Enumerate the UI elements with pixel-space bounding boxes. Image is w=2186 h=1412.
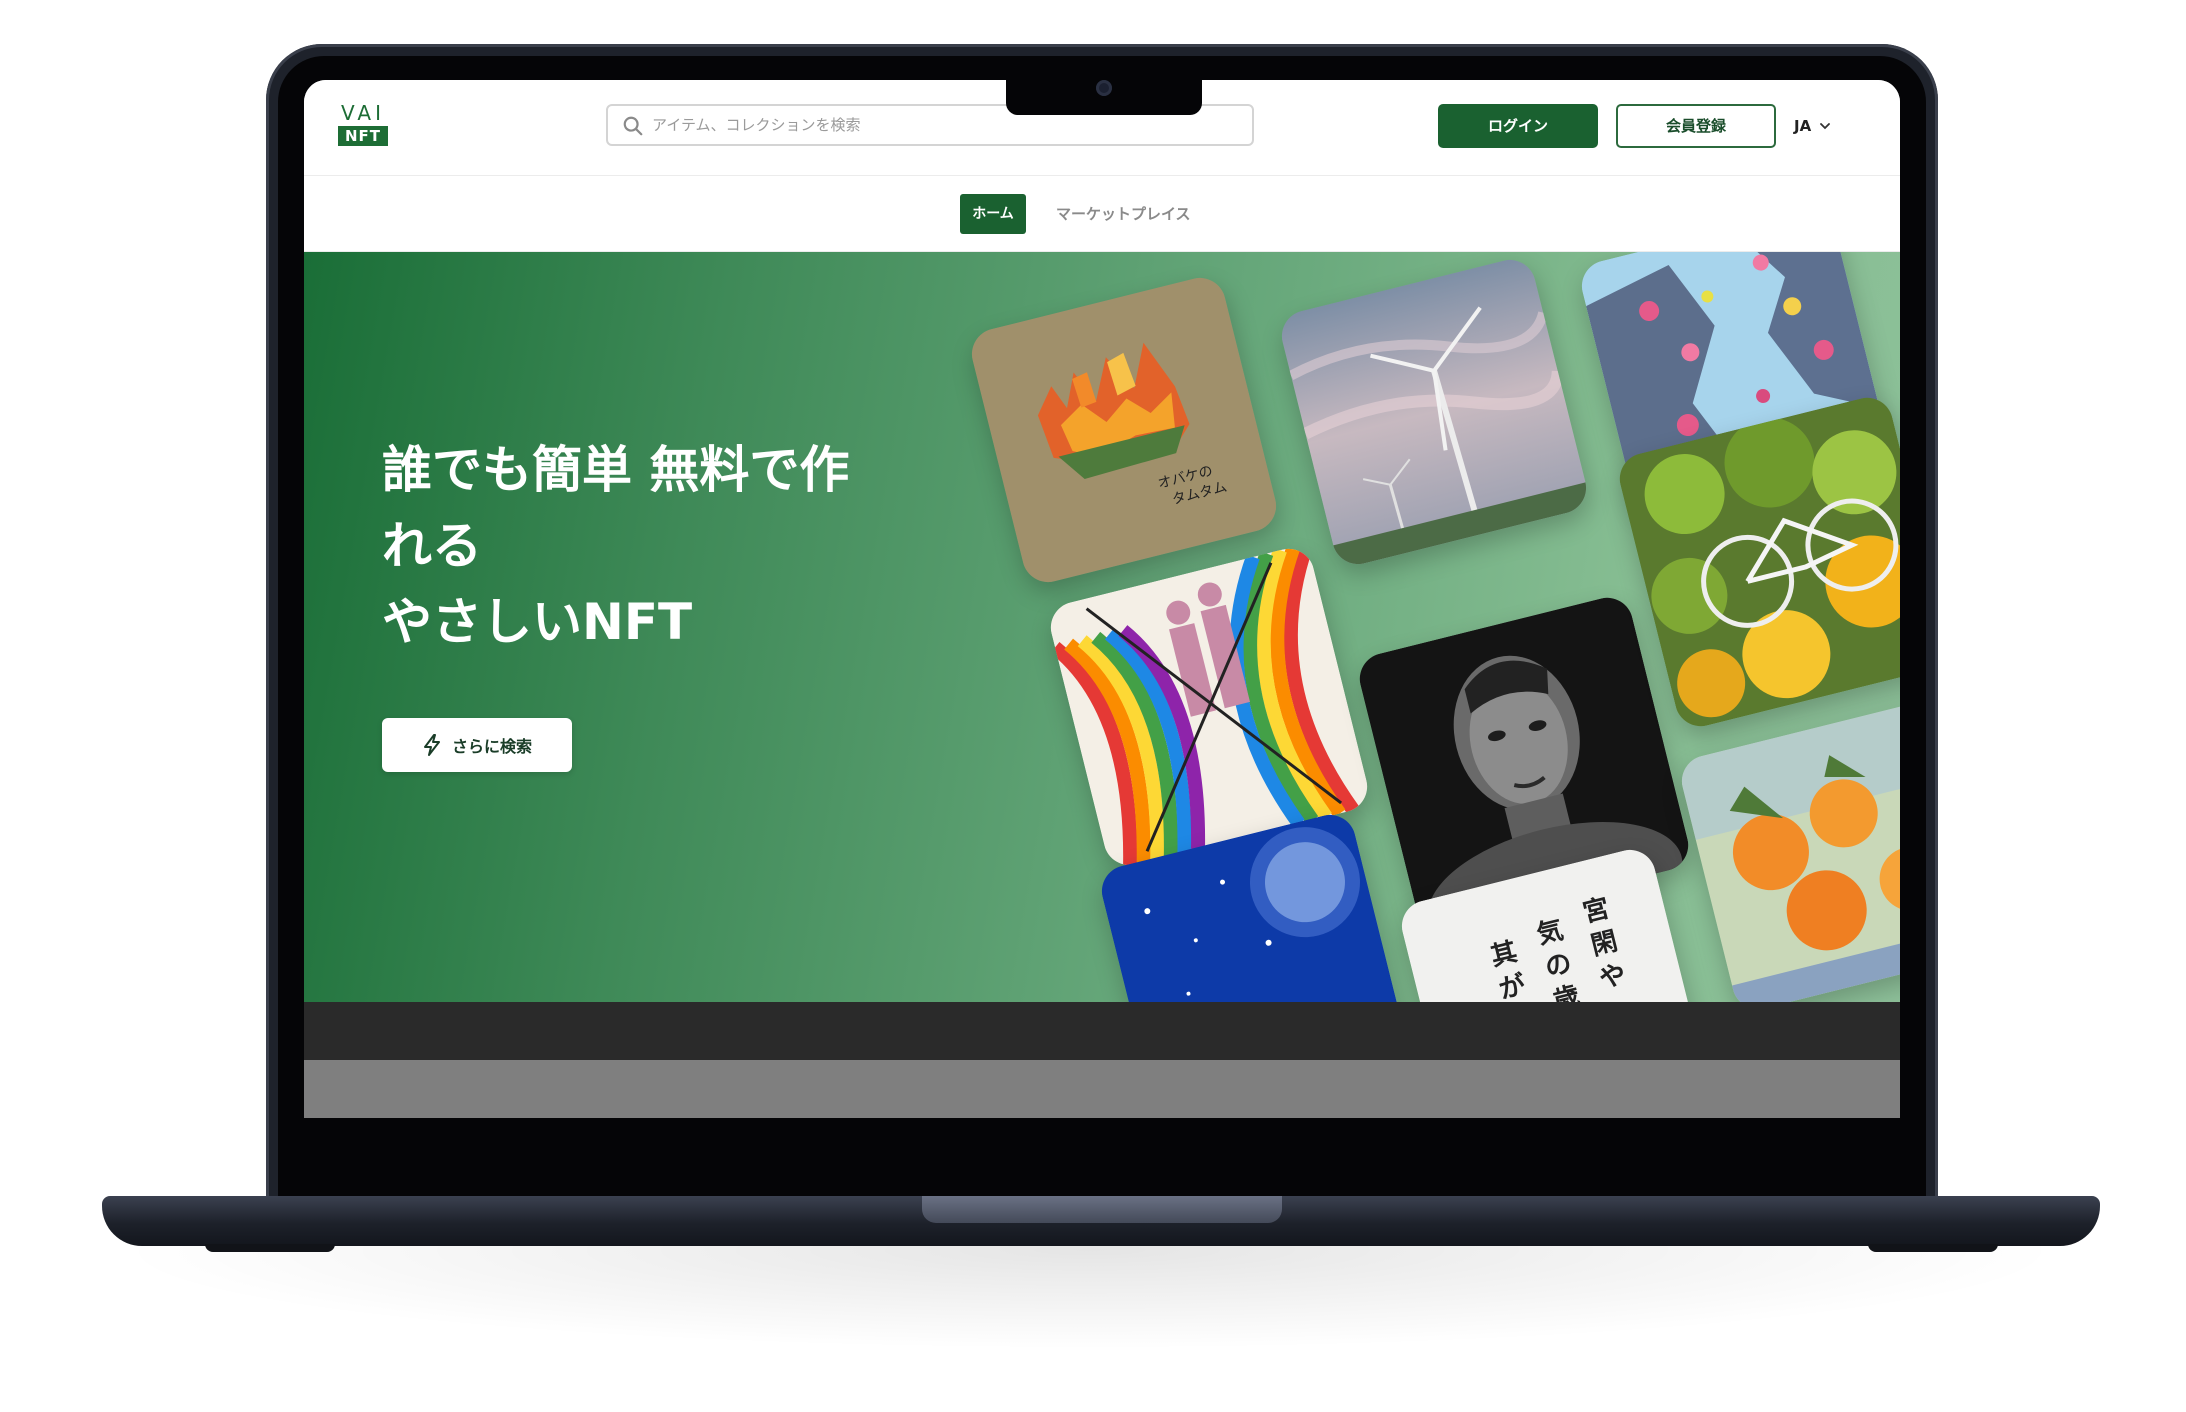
lightning-icon bbox=[423, 734, 440, 756]
register-button[interactable]: 会員登録 bbox=[1616, 104, 1776, 148]
search-more-label: さらに検索 bbox=[451, 737, 532, 756]
nft-card-wind-turbines[interactable] bbox=[1276, 254, 1592, 570]
hero-banner: オバケの タムタム 宮 閑 や 気 の 歳 其 が 誰でも簡単 無料で作 れる … bbox=[304, 252, 1900, 1002]
laptop-foot-left bbox=[205, 1244, 335, 1252]
logo-nft-badge: NFT bbox=[338, 126, 388, 146]
hero-title-line-1: 誰でも簡単 無料で作 bbox=[382, 441, 850, 499]
nft-card-balloons[interactable]: オバケの タムタム bbox=[966, 272, 1282, 588]
laptop-foot-right bbox=[1868, 1244, 1998, 1252]
site-logo[interactable]: VAI NFT bbox=[336, 102, 390, 148]
tab-home[interactable]: ホーム bbox=[960, 194, 1026, 234]
nft-card-persimmons[interactable] bbox=[1676, 699, 1900, 1002]
camera-icon bbox=[1096, 80, 1112, 96]
page-section-dark bbox=[304, 1002, 1900, 1060]
language-selector[interactable]: JA bbox=[1794, 114, 1831, 138]
page-section-grey bbox=[304, 1060, 1900, 1118]
chevron-down-icon bbox=[1820, 123, 1831, 130]
logo-wordmark: VAI bbox=[341, 101, 385, 125]
search-more-button[interactable]: さらに検索 bbox=[382, 718, 572, 772]
laptop-opening-notch bbox=[922, 1196, 1282, 1223]
language-label: JA bbox=[1794, 117, 1812, 135]
login-button[interactable]: ログイン bbox=[1438, 104, 1598, 148]
main-nav: ホーム マーケットプレイス bbox=[304, 176, 1900, 252]
laptop-screen: VAI NFT ログイン 会員登録 JA ホーム マーケットプレイス bbox=[304, 80, 1900, 1118]
search-icon bbox=[623, 116, 643, 136]
tab-marketplace[interactable]: マーケットプレイス bbox=[1056, 194, 1191, 234]
hero-title-line-3: やさしいNFT bbox=[382, 593, 693, 651]
hero-title-line-2: れる bbox=[382, 517, 482, 575]
hero-title: 誰でも簡単 無料で作 れる やさしいNFT bbox=[382, 432, 942, 660]
